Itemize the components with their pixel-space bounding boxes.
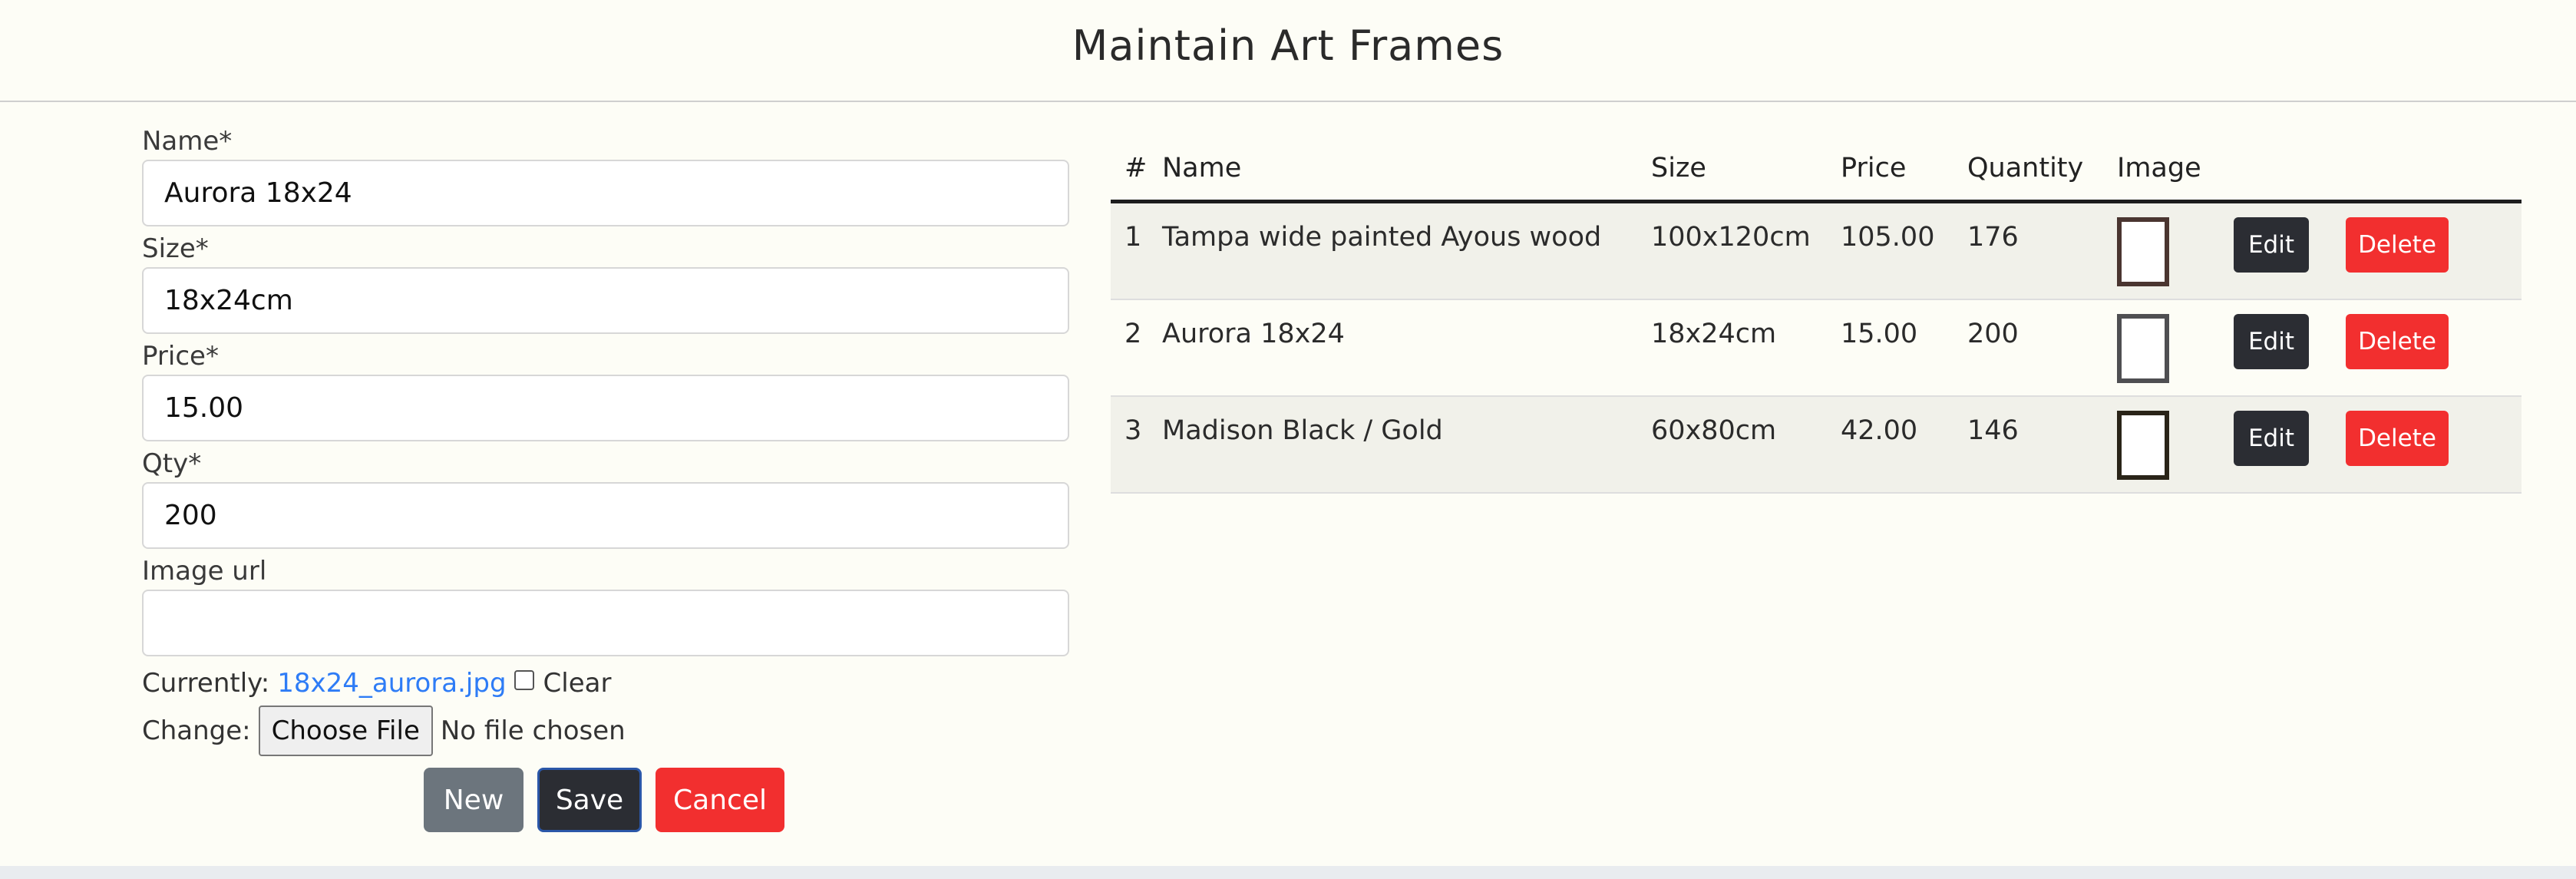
row-price: 42.00 [1841, 415, 1918, 446]
current-file-link[interactable]: 18x24_aurora.jpg [277, 668, 506, 699]
frame-thumbnail [2117, 411, 2169, 480]
row-num: 1 [1125, 222, 1142, 253]
frame-thumbnail [2117, 314, 2169, 383]
page-title: Maintain Art Frames [1072, 21, 1504, 70]
row-size: 100x120cm [1651, 222, 1811, 253]
row-name: Madison Black / Gold [1162, 415, 1443, 446]
image-url-input[interactable] [142, 590, 1069, 656]
row-price: 105.00 [1841, 222, 1935, 253]
row-size: 18x24cm [1651, 319, 1777, 349]
header-quantity: Quantity [1967, 153, 2084, 183]
frame-thumbnail [2117, 217, 2169, 286]
currently-label: Currently: [142, 668, 270, 699]
row-quantity: 176 [1967, 222, 2019, 253]
edit-button[interactable]: Edit [2234, 411, 2309, 466]
header-size: Size [1651, 153, 1706, 183]
qty-label: Qty* [142, 448, 202, 479]
row-delete-cell: Delete [2346, 397, 2469, 466]
price-label: Price* [142, 341, 219, 372]
price-input[interactable]: 15.00 [142, 375, 1069, 441]
save-button[interactable]: Save [537, 768, 642, 832]
delete-button[interactable]: Delete [2346, 217, 2449, 273]
change-file-row: Change: Choose File No file chosen [142, 706, 1069, 756]
row-price: 15.00 [1841, 319, 1918, 349]
footer-strip [0, 866, 2576, 879]
row-image-cell [2117, 397, 2234, 480]
row-name: Tampa wide painted Ayous wood [1162, 222, 1602, 253]
table-header: # Name Size Price Quantity Image [1111, 137, 2522, 203]
no-file-chosen-text: No file chosen [440, 715, 626, 746]
change-label: Change: [142, 715, 251, 746]
edit-button[interactable]: Edit [2234, 217, 2309, 273]
clear-label: Clear [543, 668, 612, 699]
table-row: 1 Tampa wide painted Ayous wood 100x120c… [1111, 203, 2522, 300]
table-row: 3 Madison Black / Gold 60x80cm 42.00 146… [1111, 397, 2522, 494]
name-input[interactable]: Aurora 18x24 [142, 160, 1069, 226]
delete-button[interactable]: Delete [2346, 411, 2449, 466]
form-buttons: New Save Cancel [424, 768, 1069, 832]
row-quantity: 146 [1967, 415, 2019, 446]
row-num: 3 [1125, 415, 1142, 446]
choose-file-button[interactable]: Choose File [258, 706, 433, 756]
edit-button[interactable]: Edit [2234, 314, 2309, 369]
row-image-cell [2117, 203, 2234, 286]
row-edit-cell: Edit [2234, 397, 2346, 466]
page-header: Maintain Art Frames [0, 0, 2576, 102]
row-edit-cell: Edit [2234, 300, 2346, 369]
frames-table: # Name Size Price Quantity Image 1 Tampa… [1111, 137, 2522, 494]
cancel-button[interactable]: Cancel [656, 768, 784, 832]
delete-button[interactable]: Delete [2346, 314, 2449, 369]
name-label: Name* [142, 126, 233, 157]
new-button[interactable]: New [424, 768, 523, 832]
table-row: 2 Aurora 18x24 18x24cm 15.00 200 Edit De… [1111, 300, 2522, 397]
clear-checkbox[interactable] [514, 670, 534, 690]
row-delete-cell: Delete [2346, 203, 2469, 273]
size-label: Size* [142, 233, 209, 264]
row-size: 60x80cm [1651, 415, 1777, 446]
row-delete-cell: Delete [2346, 300, 2469, 369]
header-num: # [1125, 153, 1148, 183]
frame-form: Name* Aurora 18x24 Size* 18x24cm Price* … [142, 123, 1069, 832]
header-image: Image [2117, 153, 2201, 183]
row-edit-cell: Edit [2234, 203, 2346, 273]
row-num: 2 [1125, 319, 1142, 349]
size-input[interactable]: 18x24cm [142, 267, 1069, 334]
image-url-label: Image url [142, 556, 267, 587]
header-name: Name [1162, 153, 1242, 183]
current-file-row: Currently: 18x24_aurora.jpg Clear [142, 660, 1069, 706]
qty-input[interactable]: 200 [142, 482, 1069, 549]
row-name: Aurora 18x24 [1162, 319, 1345, 349]
row-quantity: 200 [1967, 319, 2019, 349]
row-image-cell [2117, 300, 2234, 383]
header-price: Price [1841, 153, 1907, 183]
